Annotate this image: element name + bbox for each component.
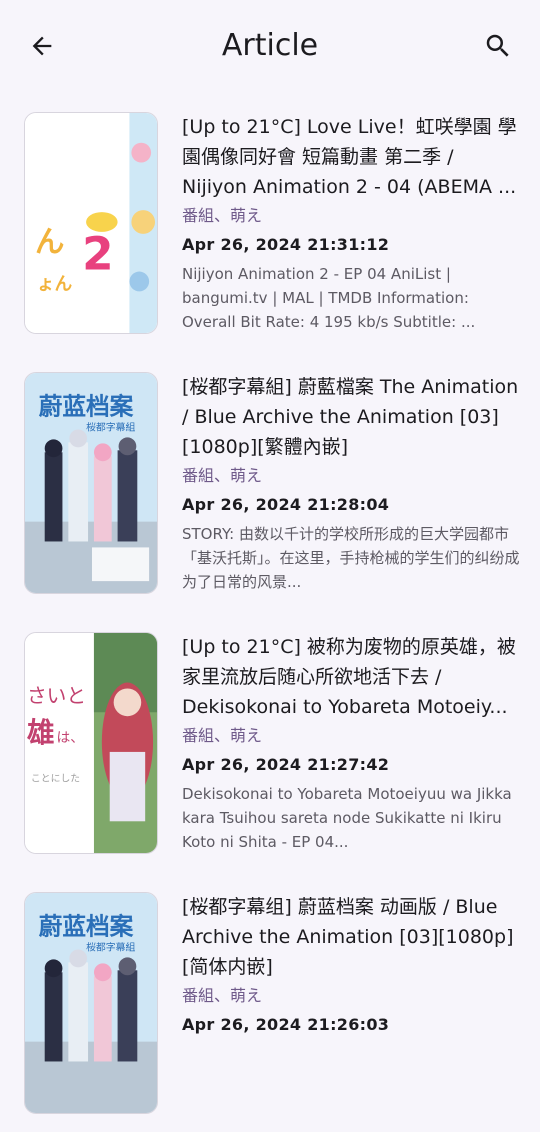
svg-text:雄: 雄 [26,716,55,749]
article-thumbnail: 蔚蓝档案 桜都字幕組 [24,892,158,1114]
article-description: Nijiyon Animation 2 - EP 04 AniList | ba… [182,265,476,331]
article-item[interactable]: 蔚蓝档案 桜都字幕組 [桜都字幕组] 蔚蓝档案 动画版 / Blue Archi… [0,872,540,1132]
article-description: Dekisokonai to Yobareta Motoeiyuu wa Jik… [182,785,512,851]
svg-text:さいと: さいと [27,684,86,707]
svg-text:は、: は、 [57,730,85,746]
article-date: Apr 26, 2024 21:31:12 [182,235,390,254]
article-thumbnail: ん 2 ょん [24,112,158,334]
article-date: Apr 26, 2024 21:28:04 [182,495,390,514]
page-title: Article [221,28,319,63]
svg-text:桜都字幕組: 桜都字幕組 [86,940,135,953]
article-description: STORY: 由数以千计的学校所形成的巨大学园都市「基沃托斯」。在这里，手持枪械… [182,525,520,591]
svg-text:ょん: ょん [37,273,73,294]
svg-text:桜都字幕組: 桜都字幕組 [86,420,135,433]
svg-text:ん: ん [35,224,65,259]
article-tags: 番組、萌え [182,206,263,225]
search-button[interactable] [478,26,518,66]
svg-text:蔚蓝档案: 蔚蓝档案 [39,913,134,941]
article-item[interactable]: さいと 雄 は、 ことにした [Up to 21°C] 被称为废物的原英雄，被家… [0,612,540,872]
article-item[interactable]: 蔚蓝档案 桜都字幕組 [桜都字幕組] 蔚藍檔案 The Animation / … [0,352,540,612]
article-tags: 番組、萌え [182,466,263,485]
article-thumbnail: さいと 雄 は、 ことにした [24,632,158,854]
top-app-bar: Article [0,0,540,92]
article-thumbnail: 蔚蓝档案 桜都字幕組 [24,372,158,594]
svg-text:2: 2 [82,227,114,280]
article-date: Apr 26, 2024 21:26:03 [182,1015,390,1034]
article-tags: 番組、萌え [182,726,263,745]
article-date: Apr 26, 2024 21:27:42 [182,755,390,774]
article-item[interactable]: ん 2 ょん [Up to 21°C] Love Live！虹咲學園 學園偶像同… [0,92,540,352]
article-tags: 番組、萌え [182,986,263,1005]
svg-text:蔚蓝档案: 蔚蓝档案 [39,393,134,421]
article-title: [桜都字幕组] 蔚蓝档案 动画版 / Blue Archive the Anim… [182,896,514,978]
article-title: [桜都字幕組] 蔚藍檔案 The Animation / Blue Archiv… [182,376,519,458]
article-title: [Up to 21°C] Love Live！虹咲學園 學園偶像同好會 短篇動畫… [182,116,517,198]
article-title: [Up to 21°C] 被称为废物的原英雄，被家里流放后随心所欲地活下去 / … [182,636,516,718]
svg-text:ことにした: ことにした [31,773,80,785]
search-icon [486,34,509,57]
